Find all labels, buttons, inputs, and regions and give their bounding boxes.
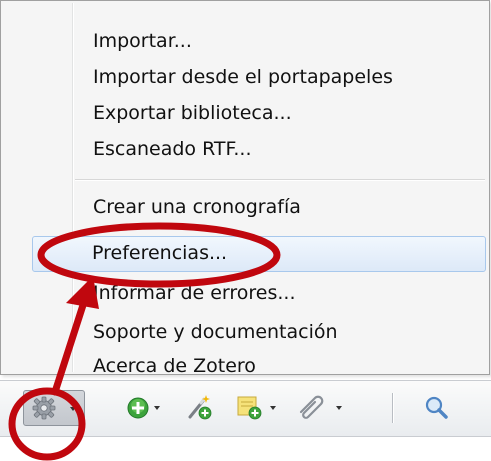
search-icon xyxy=(425,396,448,419)
add-green-icon xyxy=(127,397,149,419)
menu-item-report-errors[interactable]: Informar de errores... xyxy=(3,276,487,312)
menu-item-label: Importar desde el portapapeles xyxy=(93,66,393,88)
zotero-toolbar xyxy=(0,380,491,437)
new-note-icon xyxy=(237,396,262,420)
menu-item-label: Crear una cronografía xyxy=(93,196,301,218)
chevron-down-icon xyxy=(270,406,276,410)
chevron-down-icon xyxy=(336,406,342,410)
menu-item-label: Acerca de Zotero xyxy=(93,355,256,377)
menu-item-label: Exportar biblioteca... xyxy=(93,102,292,124)
add-attachment-button[interactable] xyxy=(294,390,348,426)
menu-item-about-zotero[interactable]: Acerca de Zotero xyxy=(3,354,487,377)
menu-item-label: Importar... xyxy=(93,30,192,52)
magic-wand-icon xyxy=(188,395,212,420)
menu-separator xyxy=(75,179,485,181)
menu-item-label: Informar de errores... xyxy=(93,282,296,304)
menu-item-create-timeline[interactable]: Crear una cronografía xyxy=(3,190,487,226)
menu-item-rtf-scan[interactable]: Escaneado RTF... xyxy=(3,132,487,168)
menu-item-label: Soporte y documentación xyxy=(93,321,338,343)
new-item-button[interactable] xyxy=(122,390,168,426)
menu-item-label: Preferencias... xyxy=(92,242,228,264)
menu-item-preferences[interactable]: Preferencias... xyxy=(32,236,486,272)
chevron-down-icon xyxy=(70,407,76,411)
actions-gear-button[interactable] xyxy=(23,390,85,426)
new-note-button[interactable] xyxy=(232,390,282,426)
menu-item-export-library[interactable]: Exportar biblioteca... xyxy=(3,96,487,132)
gear-icon xyxy=(32,396,56,420)
search-button[interactable] xyxy=(420,390,454,426)
add-by-identifier-button[interactable] xyxy=(182,390,216,426)
menu-item-import-clipboard[interactable]: Importar desde el portapapeles xyxy=(3,60,487,96)
paperclip-icon xyxy=(299,395,324,419)
toolbar-separator xyxy=(392,393,394,423)
menu-item-label: Escaneado RTF... xyxy=(93,138,252,160)
actions-menu: Importar... Importar desde el portapapel… xyxy=(0,0,490,377)
screenshot-stage: Importar... Importar desde el portapapel… xyxy=(0,0,491,461)
menu-item-import[interactable]: Importar... xyxy=(3,24,487,60)
menu-item-support-docs[interactable]: Soporte y documentación xyxy=(3,315,487,351)
chevron-down-icon xyxy=(154,406,160,410)
